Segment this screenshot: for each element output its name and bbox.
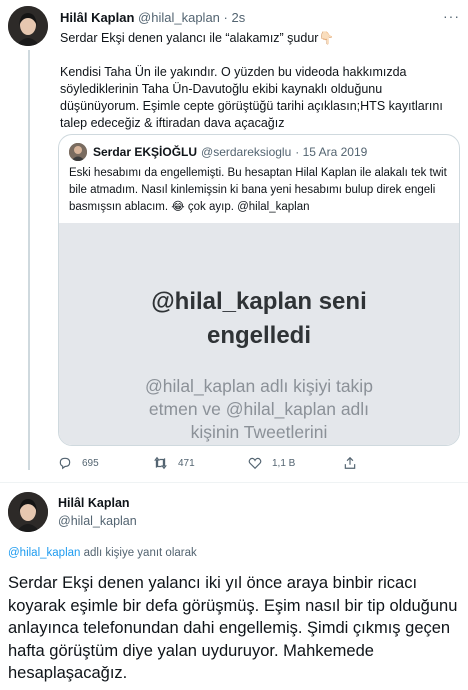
- media-headline: @hilal_kaplan seni engelledi: [151, 285, 366, 353]
- quoted-tweet-header: Serdar EKŞİOĞLU @serdareksioglu · 15 Ara…: [69, 143, 367, 161]
- quoted-tweet-text: Eski hesabımı da engellemişti. Bu hesapt…: [69, 167, 447, 213]
- tweet-paragraph: Kendisi Taha Ün ile yakındır. O yüzden b…: [60, 65, 443, 130]
- reply-count: 695: [82, 457, 99, 469]
- divider: [0, 482, 468, 483]
- tweet-actions: 695 471 1,1 B: [58, 456, 438, 470]
- media-headline-line: @hilal_kaplan seni: [151, 288, 367, 315]
- tweet-text: Serdar Ekşi denen yalancı ile “alakamız”…: [60, 30, 460, 132]
- author-handle[interactable]: @hilal_kaplan: [138, 10, 220, 25]
- like-button[interactable]: 1,1 B: [248, 456, 343, 470]
- quoted-date: · 15 Ara 2019: [295, 145, 368, 159]
- quoted-avatar: [69, 143, 87, 161]
- replying-to: @hilal_kaplan adlı kişiye yanıt olarak: [8, 547, 197, 559]
- like-icon: [248, 457, 262, 470]
- reply-icon: [59, 457, 71, 470]
- media-subtext-line: @hilal_kaplan adlı kişiyi takip: [145, 376, 373, 396]
- quoted-author-handle: @serdareksioglu: [201, 145, 292, 159]
- tweet-paragraph: Serdar Ekşi denen yalancı ile “alakamız”…: [60, 31, 335, 45]
- more-icon[interactable]: ···: [443, 8, 460, 24]
- quoted-media-image[interactable]: @hilal_kaplan seni engelledi @hilal_kapl…: [59, 223, 459, 445]
- thread-connector-line: [28, 50, 30, 470]
- avatar[interactable]: [8, 492, 48, 532]
- retweet-icon: [154, 456, 167, 470]
- like-count: 1,1 B: [272, 457, 296, 469]
- media-subtext-line: etmen ve @hilal_kaplan adlı: [148, 399, 370, 419]
- tweet-reply-header: Hilâl Kaplan @hilal_kaplan: [8, 490, 464, 534]
- author-name[interactable]: Hilâl Kaplan: [58, 496, 130, 510]
- tweet-text: Serdar Ekşi denen yalancı iki yıl önce a…: [8, 574, 458, 682]
- tweet-header: Hilâl Kaplan @hilal_kaplan · 2s: [60, 10, 245, 25]
- reply-mention-link[interactable]: @hilal_kaplan: [8, 547, 80, 559]
- reply-button[interactable]: 695: [58, 456, 153, 470]
- retweet-button[interactable]: 471: [153, 456, 248, 470]
- retweet-count: 471: [178, 457, 195, 469]
- share-icon: [344, 456, 356, 469]
- tweet-time[interactable]: · 2s: [224, 10, 246, 25]
- media-headline-line: engelledi: [206, 322, 311, 349]
- quoted-author-name: Serdar EKŞİOĞLU: [93, 145, 198, 159]
- author-name[interactable]: Hilâl Kaplan: [60, 10, 134, 25]
- avatar[interactable]: [8, 6, 48, 46]
- reply-to-label: adlı kişiye yanıt olarak: [80, 547, 197, 559]
- quoted-tweet[interactable]: Serdar EKŞİOĞLU @serdareksioglu · 15 Ara…: [58, 134, 460, 446]
- media-subtext-line: kişinin Tweetlerini: [190, 422, 328, 442]
- share-button[interactable]: [343, 456, 438, 470]
- author-handle[interactable]: @hilal_kaplan: [58, 514, 137, 528]
- media-subtext: @hilal_kaplan adlı kişiyi takip etmen ve…: [145, 375, 373, 444]
